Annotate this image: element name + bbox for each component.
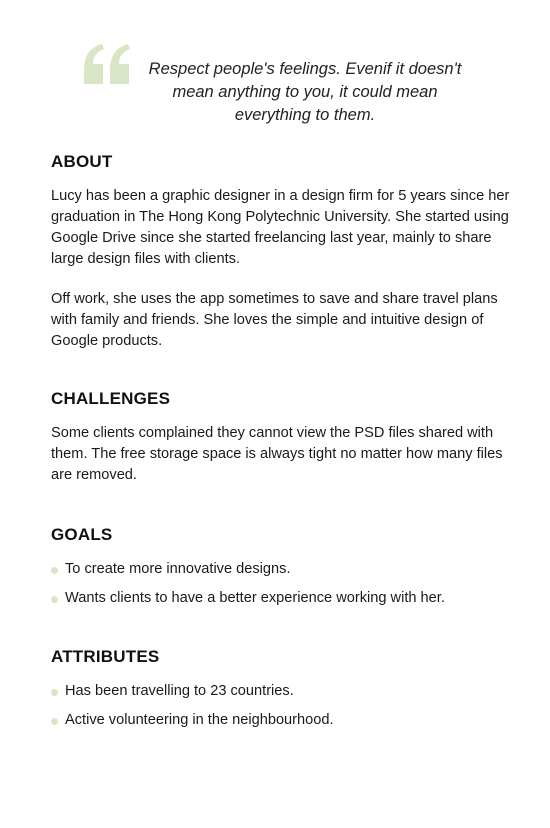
about-section: ABOUT Lucy has been a graphic designer i…	[51, 152, 511, 352]
quote-text: Respect people's feelings. Evenif it doe…	[148, 60, 462, 124]
goals-list: To create more innovative designs. Wants…	[51, 559, 511, 609]
list-item: Has been travelling to 23 countries.	[51, 681, 511, 702]
goals-section: GOALS To create more innovative designs.…	[51, 525, 511, 617]
list-item-text: Wants clients to have a better experienc…	[65, 590, 445, 606]
challenges-heading: CHALLENGES	[51, 389, 171, 408]
list-item: Wants clients to have a better experienc…	[51, 588, 511, 609]
list-item-text: To create more innovative designs.	[65, 561, 291, 577]
list-item-text: Has been travelling to 23 countries.	[65, 683, 294, 699]
about-heading: ABOUT	[51, 152, 113, 171]
quote-icon	[84, 44, 130, 84]
about-paragraph: Off work, she uses the app sometimes to …	[51, 291, 498, 349]
bullet-dot-icon	[51, 567, 58, 574]
list-item: To create more innovative designs.	[51, 559, 511, 580]
list-item: Active volunteering in the neighbourhood…	[51, 710, 511, 731]
bullet-dot-icon	[51, 718, 58, 725]
list-item-text: Active volunteering in the neighbourhood…	[65, 712, 334, 728]
bullet-dot-icon	[51, 689, 58, 696]
challenges-text: Some clients complained they cannot view…	[51, 425, 503, 483]
attributes-list: Has been travelling to 23 countries. Act…	[51, 681, 511, 731]
attributes-section: ATTRIBUTES Has been travelling to 23 cou…	[51, 647, 511, 739]
bullet-dot-icon	[51, 596, 58, 603]
goals-heading: GOALS	[51, 525, 113, 544]
challenges-section: CHALLENGES Some clients complained they …	[51, 389, 511, 486]
attributes-heading: ATTRIBUTES	[51, 647, 160, 666]
quote-block: Respect people's feelings. Evenif it doe…	[0, 0, 550, 140]
about-paragraph: Lucy has been a graphic designer in a de…	[51, 188, 510, 267]
persona-page: Respect people's feelings. Evenif it doe…	[0, 0, 550, 828]
